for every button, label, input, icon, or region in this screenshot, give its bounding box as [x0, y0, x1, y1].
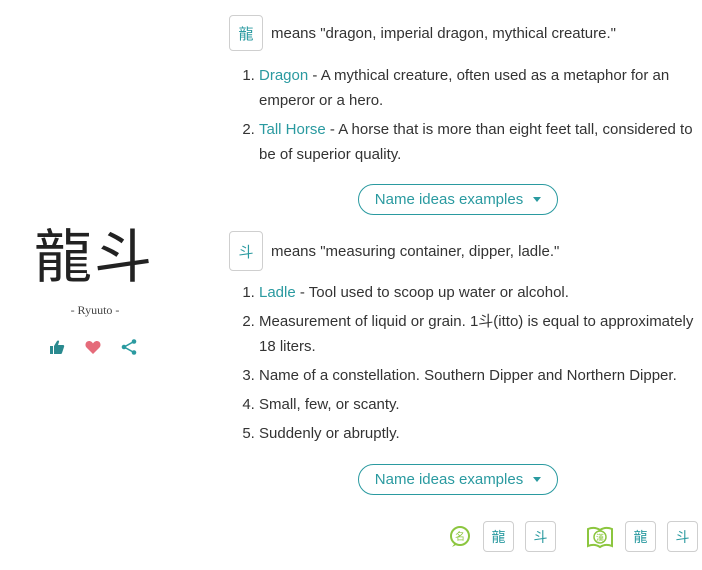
- meaning-text: - Tool used to scoop up water or alcohol…: [295, 284, 569, 301]
- kanji-link-1[interactable]: 龍: [483, 521, 514, 552]
- kanji-block-2-header: 斗 means "measuring container, dipper, la…: [229, 231, 559, 271]
- action-bar: [48, 338, 138, 356]
- name-ideas-button[interactable]: Name ideas examples: [358, 464, 558, 495]
- list-item: Ladle - Tool used to scoop up water or a…: [259, 280, 702, 305]
- name-kanji-icon: 名: [448, 525, 472, 549]
- list-item: Measurement of liquid or grain. 1斗(itto)…: [259, 309, 702, 359]
- caret-down-icon: [533, 477, 542, 482]
- meaning-text: Suddenly or abruptly.: [259, 425, 400, 442]
- meaning-text: Name of a constellation. Southern Dipper…: [259, 367, 677, 384]
- meaning-list: Ladle - Tool used to scoop up water or a…: [240, 280, 702, 450]
- name-kanji: 龍斗: [34, 223, 155, 291]
- name-ideas-label: Name ideas examples: [374, 471, 524, 488]
- kanji-dictionary-icon-text: 漢: [596, 532, 604, 542]
- meaning-link[interactable]: Tall Horse: [259, 121, 326, 138]
- meaning-list: Dragon - A mythical creature, often used…: [240, 63, 702, 171]
- kanji-link-bar: 名 龍 斗 漢 龍 斗: [448, 521, 698, 552]
- meaning-link[interactable]: Ladle: [259, 284, 296, 301]
- name-ideas-button[interactable]: Name ideas examples: [358, 184, 558, 215]
- list-item: Small, few, or scanty.: [259, 392, 702, 417]
- kanji-meaning-summary: means "measuring container, dipper, ladl…: [271, 242, 560, 260]
- kanji-meaning-summary: means "dragon, imperial dragon, mythical…: [271, 24, 616, 42]
- kanji-box[interactable]: 斗: [229, 231, 263, 271]
- kanji-block-1-header: 龍 means "dragon, imperial dragon, mythic…: [229, 15, 616, 51]
- caret-down-icon: [533, 197, 542, 202]
- share-icon[interactable]: [120, 338, 138, 356]
- meaning-text: - A mythical creature, often used as a m…: [259, 67, 670, 109]
- kanji-box[interactable]: 龍: [229, 15, 263, 51]
- kanji-dictionary-icon: 漢: [586, 525, 614, 549]
- meaning-text: Measurement of liquid or grain. 1斗(itto)…: [259, 313, 694, 355]
- kanji-link-4[interactable]: 斗: [667, 521, 698, 552]
- kanji-link-3[interactable]: 龍: [625, 521, 656, 552]
- name-kanji-icon-text: 名: [455, 530, 465, 543]
- thumbs-up-icon[interactable]: [48, 338, 66, 356]
- kanji-link-2[interactable]: 斗: [525, 521, 556, 552]
- name-reading: - Ryuuto -: [70, 303, 120, 317]
- meaning-link[interactable]: Dragon: [259, 67, 308, 84]
- list-item: Suddenly or abruptly.: [259, 421, 702, 446]
- list-item: Dragon - A mythical creature, often used…: [259, 63, 702, 113]
- heart-icon[interactable]: [84, 338, 102, 356]
- list-item: Name of a constellation. Southern Dipper…: [259, 363, 702, 388]
- name-ideas-label: Name ideas examples: [374, 191, 524, 208]
- list-item: Tall Horse - A horse that is more than e…: [259, 117, 702, 167]
- meaning-text: Small, few, or scanty.: [259, 396, 400, 413]
